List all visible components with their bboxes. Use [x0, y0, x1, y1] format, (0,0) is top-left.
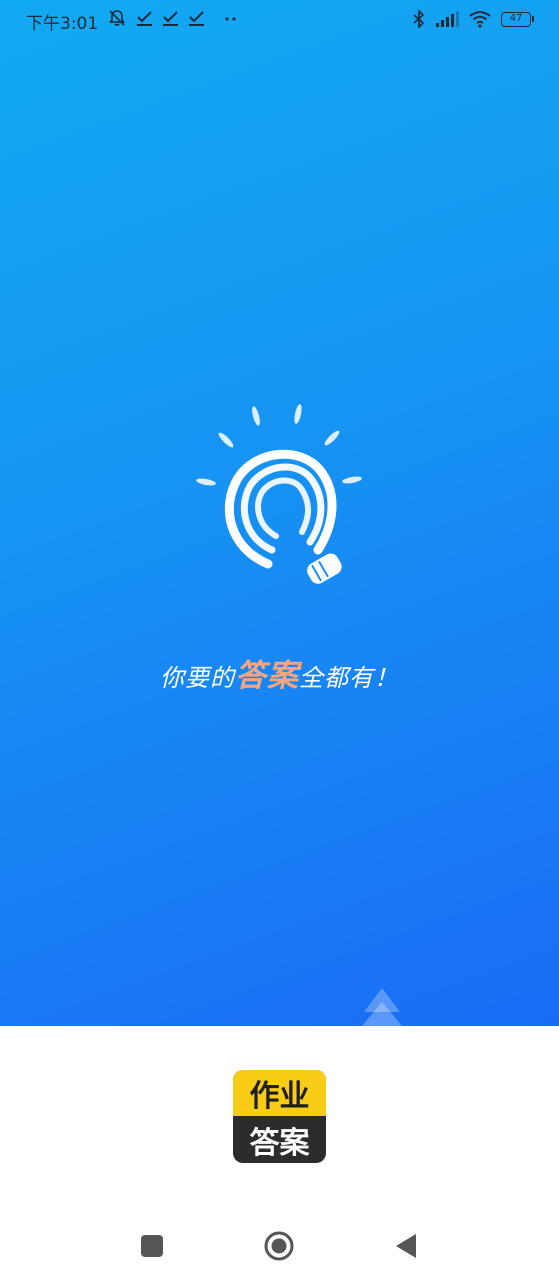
tagline-part-1: 你要的 [160, 664, 235, 692]
status-notification-icons [107, 8, 240, 28]
recent-apps-icon [141, 1235, 163, 1257]
splash-screen: 下午3:01 47 你要的答案全都有！ 作业 答案 [0, 0, 559, 1280]
app-logo-top-text: 作业 [249, 1079, 310, 1114]
tagline-part-2: 全都有！ [299, 664, 399, 692]
more-dots-icon [225, 17, 236, 21]
splash-tagline: 你要的答案全都有！ [0, 650, 559, 695]
signal-icon [436, 11, 459, 27]
back-icon [396, 1234, 416, 1258]
app-logo-bottom: 答案 [233, 1116, 326, 1163]
home-button[interactable] [261, 1228, 297, 1264]
check-icon [137, 11, 152, 26]
app-logo-bottom-text: 答案 [249, 1125, 310, 1161]
home-icon [264, 1231, 294, 1261]
status-system-icons: 47 [412, 9, 534, 29]
status-time: 下午3:01 [26, 14, 99, 34]
check-icon [189, 11, 204, 26]
recent-apps-button[interactable] [134, 1228, 170, 1264]
tagline-highlight: 答案 [235, 658, 299, 694]
status-bar: 下午3:01 47 [0, 0, 559, 44]
lightbulb-question-icon [190, 398, 370, 598]
back-button[interactable] [388, 1228, 424, 1264]
app-logo-top: 作业 [233, 1070, 326, 1116]
check-icon [163, 11, 178, 26]
navigation-bar [0, 1210, 559, 1280]
scroll-up-icon [360, 986, 404, 1026]
battery-icon: 47 [501, 11, 534, 27]
battery-level: 47 [509, 13, 523, 24]
wifi-icon [469, 11, 491, 28]
splash-background: 下午3:01 47 你要的答案全都有！ [0, 0, 559, 1026]
app-logo: 作业 答案 [233, 1070, 326, 1163]
notifications-off-icon [108, 10, 126, 26]
bluetooth-icon [413, 10, 424, 28]
